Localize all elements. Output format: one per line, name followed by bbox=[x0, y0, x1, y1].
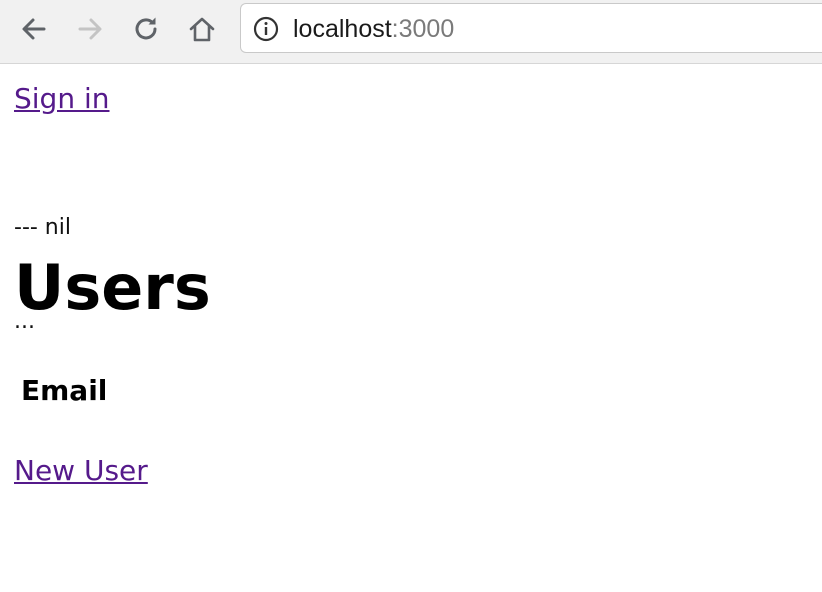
url-port: :3000 bbox=[391, 15, 455, 43]
home-button[interactable] bbox=[186, 13, 218, 45]
address-bar[interactable]: localhost:3000 bbox=[240, 3, 822, 53]
back-button[interactable] bbox=[18, 13, 50, 45]
reload-button[interactable] bbox=[130, 13, 162, 45]
page-title: Users bbox=[14, 251, 211, 324]
forward-button[interactable] bbox=[74, 13, 106, 45]
url-text[interactable]: localhost:3000 bbox=[293, 13, 454, 45]
browser-toolbar: localhost:3000 bbox=[0, 0, 822, 64]
home-icon bbox=[189, 17, 215, 42]
url-host: localhost bbox=[293, 15, 392, 43]
sign-in-link[interactable]: Sign in bbox=[14, 82, 110, 116]
table-header-row: Email bbox=[16, 372, 112, 410]
column-header-email: Email bbox=[21, 374, 108, 407]
reload-icon bbox=[135, 17, 157, 40]
debug-line: --- nil bbox=[14, 215, 71, 240]
new-user-link[interactable]: New User bbox=[14, 454, 148, 488]
users-table: Email bbox=[14, 370, 114, 412]
info-icon[interactable] bbox=[253, 16, 279, 42]
arrow-left-icon bbox=[22, 18, 46, 40]
arrow-right-icon bbox=[78, 18, 102, 40]
